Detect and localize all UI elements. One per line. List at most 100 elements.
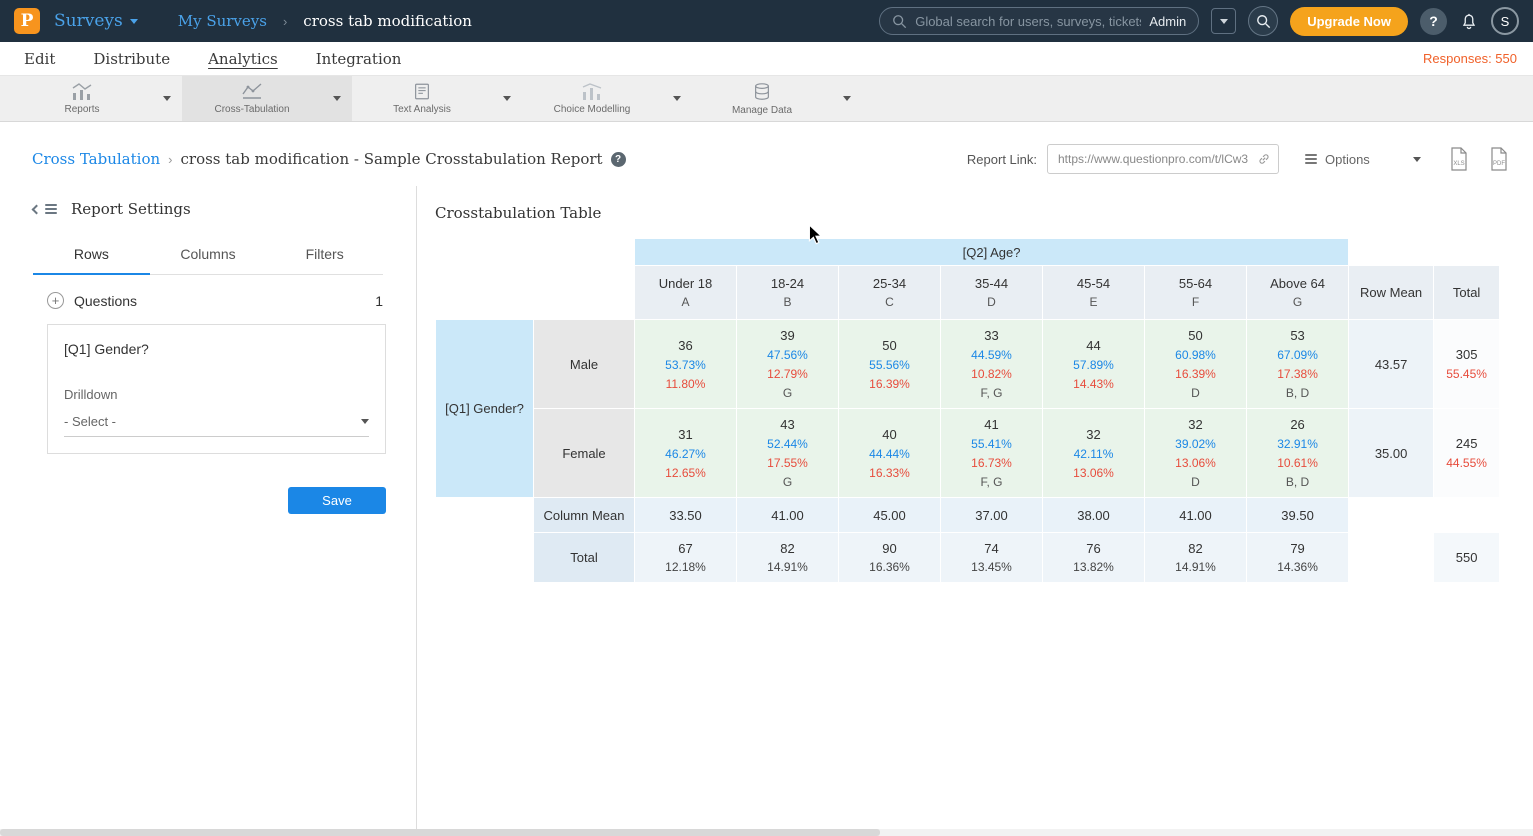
tab-columns[interactable]: Columns [150, 236, 267, 274]
save-button[interactable]: Save [288, 487, 386, 514]
toolbar-item-manage-data[interactable]: Manage Data [692, 76, 862, 121]
options-dropdown[interactable]: Options [1305, 152, 1421, 167]
text-analysis-icon [412, 82, 432, 101]
text-analysis-dropdown-caret[interactable] [492, 76, 522, 121]
column-mean-cell: 41.00 [1145, 498, 1247, 533]
data-cell: 3146.27%12.65% [635, 409, 737, 498]
help-icon[interactable]: ? [611, 152, 626, 167]
chevron-down-icon [361, 419, 369, 424]
manage-data-dropdown-caret[interactable] [832, 76, 862, 121]
collapse-panel-button[interactable] [33, 202, 57, 216]
upgrade-button[interactable]: Upgrade Now [1290, 7, 1408, 36]
search-button[interactable] [1248, 6, 1278, 36]
crosstab-main: Crosstabulation Table [Q2] Age? Under 18… [417, 186, 1533, 836]
question-title: [Q1] Gender? [64, 341, 369, 357]
menu-icon [1305, 152, 1317, 166]
report-header-bar: Cross Tabulation › cross tab modificatio… [0, 122, 1533, 186]
drilldown-selected-value: - Select - [64, 414, 116, 429]
grand-total-cell: 550 [1434, 533, 1500, 583]
reports-dropdown-caret[interactable] [152, 76, 182, 121]
total-row-cell: 6712.18% [635, 533, 737, 583]
product-label: Surveys [54, 11, 123, 31]
pdf-icon: PDF [1489, 147, 1509, 171]
link-icon[interactable] [1256, 151, 1272, 167]
notifications-bell-icon[interactable] [1459, 11, 1479, 31]
horizontal-scrollbar[interactable] [0, 829, 1533, 836]
column-header: Above 64G [1247, 266, 1349, 320]
total-row-cell: 9016.36% [839, 533, 941, 583]
data-cell: 3344.59%10.82%F, G [941, 320, 1043, 409]
row-group-header: [Q1] Gender? [436, 320, 534, 498]
export-xls-button[interactable]: XLS [1449, 147, 1469, 171]
scrollbar-thumb[interactable] [0, 829, 880, 836]
column-mean-cell: 45.00 [839, 498, 941, 533]
toolbar-item-cross-tabulation[interactable]: Cross-Tabulation [182, 76, 352, 121]
table-row-female: Female 3146.27%12.65% 4352.44%17.55%G 40… [436, 409, 1500, 498]
global-search-input[interactable] [915, 14, 1141, 29]
report-link-input[interactable] [1047, 144, 1279, 174]
report-settings-panel: Report Settings Rows Columns Filters Que… [0, 186, 417, 836]
tab-filters[interactable]: Filters [266, 236, 383, 274]
help-button[interactable]: ? [1420, 8, 1447, 35]
total-row-cell: 7914.36% [1247, 533, 1349, 583]
tab-rows[interactable]: Rows [33, 236, 150, 275]
question-card[interactable]: [Q1] Gender? Drilldown - Select - [47, 324, 386, 454]
chevron-down-icon [1413, 157, 1421, 162]
column-header: 18-24B [737, 266, 839, 320]
toolbar-label: Choice Modelling [554, 104, 631, 115]
row-mean-cell: 43.57 [1349, 320, 1434, 409]
data-cell: 3242.11%13.06% [1043, 409, 1145, 498]
options-label: Options [1325, 152, 1370, 167]
chevron-left-icon [32, 204, 42, 214]
total-row-label: Total [534, 533, 635, 583]
table-row-male: [Q1] Gender? Male 3653.73%11.80% 3947.56… [436, 320, 1500, 409]
tab-distribute[interactable]: Distribute [93, 50, 170, 68]
add-question-icon[interactable] [47, 292, 64, 309]
column-mean-cell: 41.00 [737, 498, 839, 533]
product-switcher[interactable]: Surveys [54, 11, 138, 31]
settings-tabs: Rows Columns Filters [33, 236, 383, 275]
total-row-cell: 8214.91% [737, 533, 839, 583]
data-cell: 3653.73%11.80% [635, 320, 737, 409]
column-mean-cell: 38.00 [1043, 498, 1145, 533]
tab-analytics[interactable]: Analytics [208, 50, 278, 68]
search-icon [1256, 14, 1271, 29]
total-row-cell: 8214.91% [1145, 533, 1247, 583]
export-pdf-button[interactable]: PDF [1489, 147, 1509, 171]
total-row-cell: 7613.82% [1043, 533, 1145, 583]
drilldown-select[interactable]: - Select - [64, 414, 369, 437]
toolbar-item-reports[interactable]: Reports [12, 76, 182, 121]
column-group-header: [Q2] Age? [635, 239, 1349, 266]
choice-modelling-icon [581, 82, 603, 101]
data-cell: 4352.44%17.55%G [737, 409, 839, 498]
my-surveys-link[interactable]: My Surveys [178, 12, 267, 30]
tab-integration[interactable]: Integration [316, 50, 402, 68]
breadcrumb-separator: › [283, 14, 287, 29]
row-mean-header: Row Mean [1349, 266, 1434, 320]
data-cell: 5060.98%16.39%D [1145, 320, 1247, 409]
global-search[interactable]: Admin [879, 7, 1199, 35]
search-scope-label: Admin [1149, 14, 1186, 29]
total-row: Total 6712.18% 8214.91% 9016.36% 7413.45… [436, 533, 1500, 583]
cross-tabulation-dropdown-caret[interactable] [322, 76, 352, 121]
data-cell: 3239.02%13.06%D [1145, 409, 1247, 498]
choice-modelling-dropdown-caret[interactable] [662, 76, 692, 121]
tab-edit[interactable]: Edit [24, 50, 55, 68]
toolbar-label: Text Analysis [393, 104, 451, 115]
chevron-down-icon [130, 19, 138, 24]
user-avatar[interactable]: S [1491, 7, 1519, 35]
search-scope-dropdown[interactable] [1211, 8, 1236, 34]
chevron-down-icon [1220, 19, 1228, 24]
breadcrumb-separator: › [168, 152, 172, 167]
responses-count: Responses: 550 [1423, 51, 1517, 66]
report-link-label: Report Link: [967, 152, 1037, 167]
toolbar-item-text-analysis[interactable]: Text Analysis [352, 76, 522, 121]
column-header: 45-54E [1043, 266, 1145, 320]
questionpro-logo[interactable]: P [14, 8, 40, 34]
crosstab-section-title: Crosstabulation Table [435, 204, 1509, 222]
cross-tabulation-breadcrumb-link[interactable]: Cross Tabulation [32, 150, 160, 168]
total-cell: 30555.45% [1434, 320, 1500, 409]
toolbar-item-choice-modelling[interactable]: Choice Modelling [522, 76, 692, 121]
total-cell: 24544.55% [1434, 409, 1500, 498]
cross-tabulation-icon [241, 82, 263, 101]
